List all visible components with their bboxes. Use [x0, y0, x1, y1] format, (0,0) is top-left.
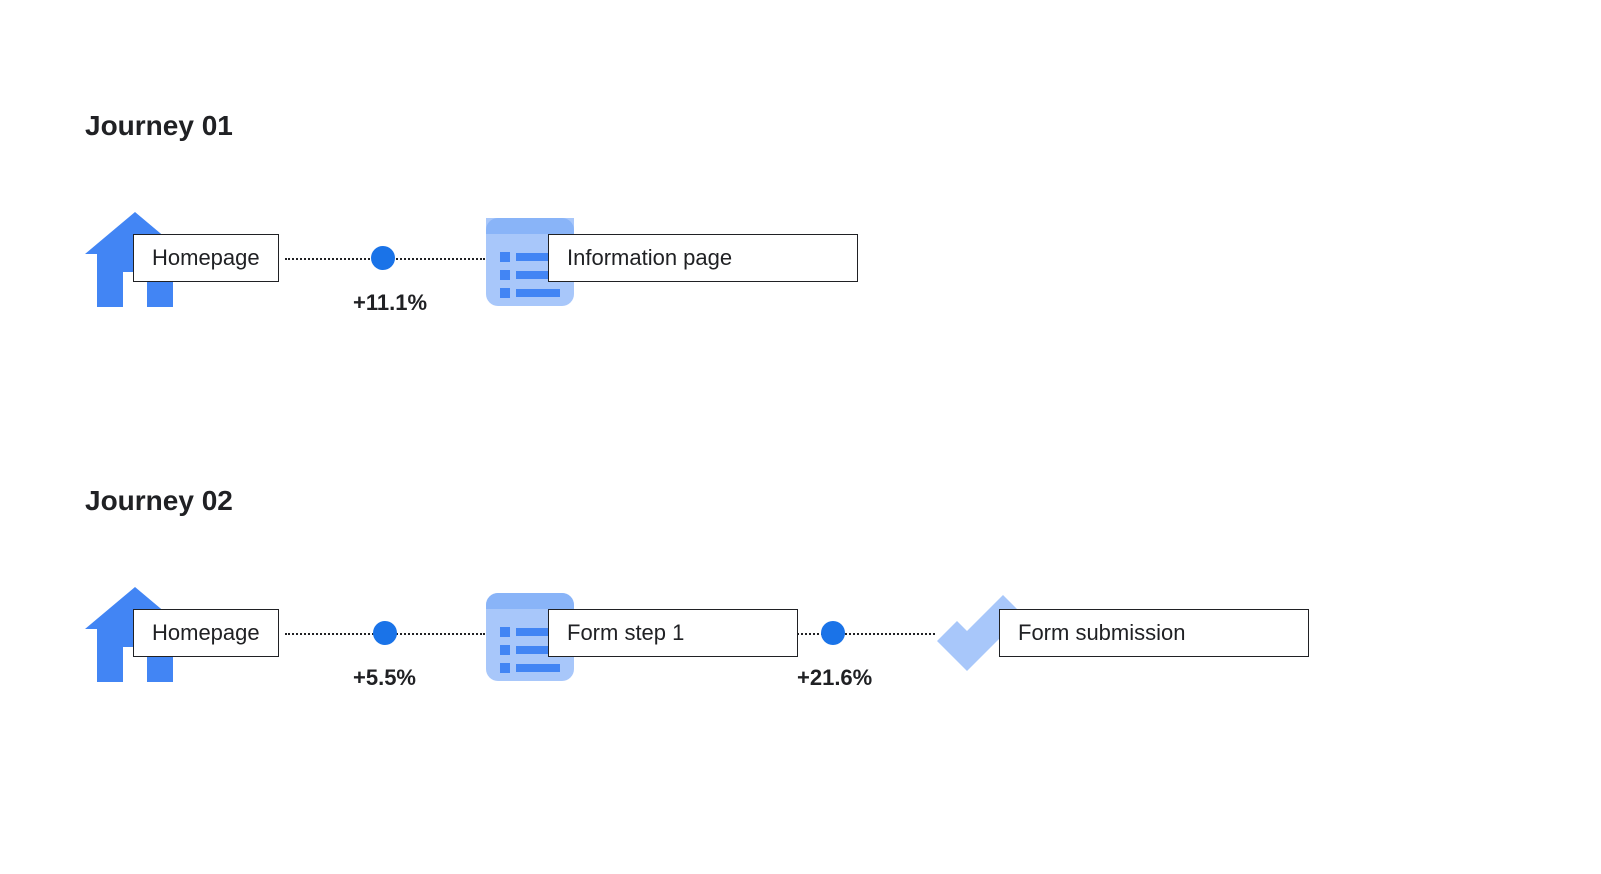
connector-percent: +5.5%: [353, 665, 416, 691]
connector-dot: [821, 621, 845, 645]
step-label-homepage-2: Homepage: [133, 609, 279, 657]
journey-2-title: Journey 02: [85, 485, 233, 517]
step-label-homepage: Homepage: [133, 234, 279, 282]
connector-dot: [371, 246, 395, 270]
connector-percent: +11.1%: [353, 290, 427, 316]
step-label-form-step-1: Form step 1: [548, 609, 798, 657]
step-label-information: Information page: [548, 234, 858, 282]
journey-1-flow: Homepage +11.1%: [85, 212, 233, 352]
journey-1-title: Journey 01: [85, 110, 233, 142]
connector-dot: [373, 621, 397, 645]
journey-2-flow: Homepage +5.5%: [85, 587, 233, 727]
diagram-canvas: Journey 01 Homepage +11.1%: [0, 0, 1601, 874]
journey-section-2: Journey 02 Homepage +5.5%: [85, 485, 233, 727]
journey-section-1: Journey 01 Homepage +11.1%: [85, 110, 233, 352]
step-label-form-submission: Form submission: [999, 609, 1309, 657]
connector-percent: +21.6%: [797, 665, 872, 691]
